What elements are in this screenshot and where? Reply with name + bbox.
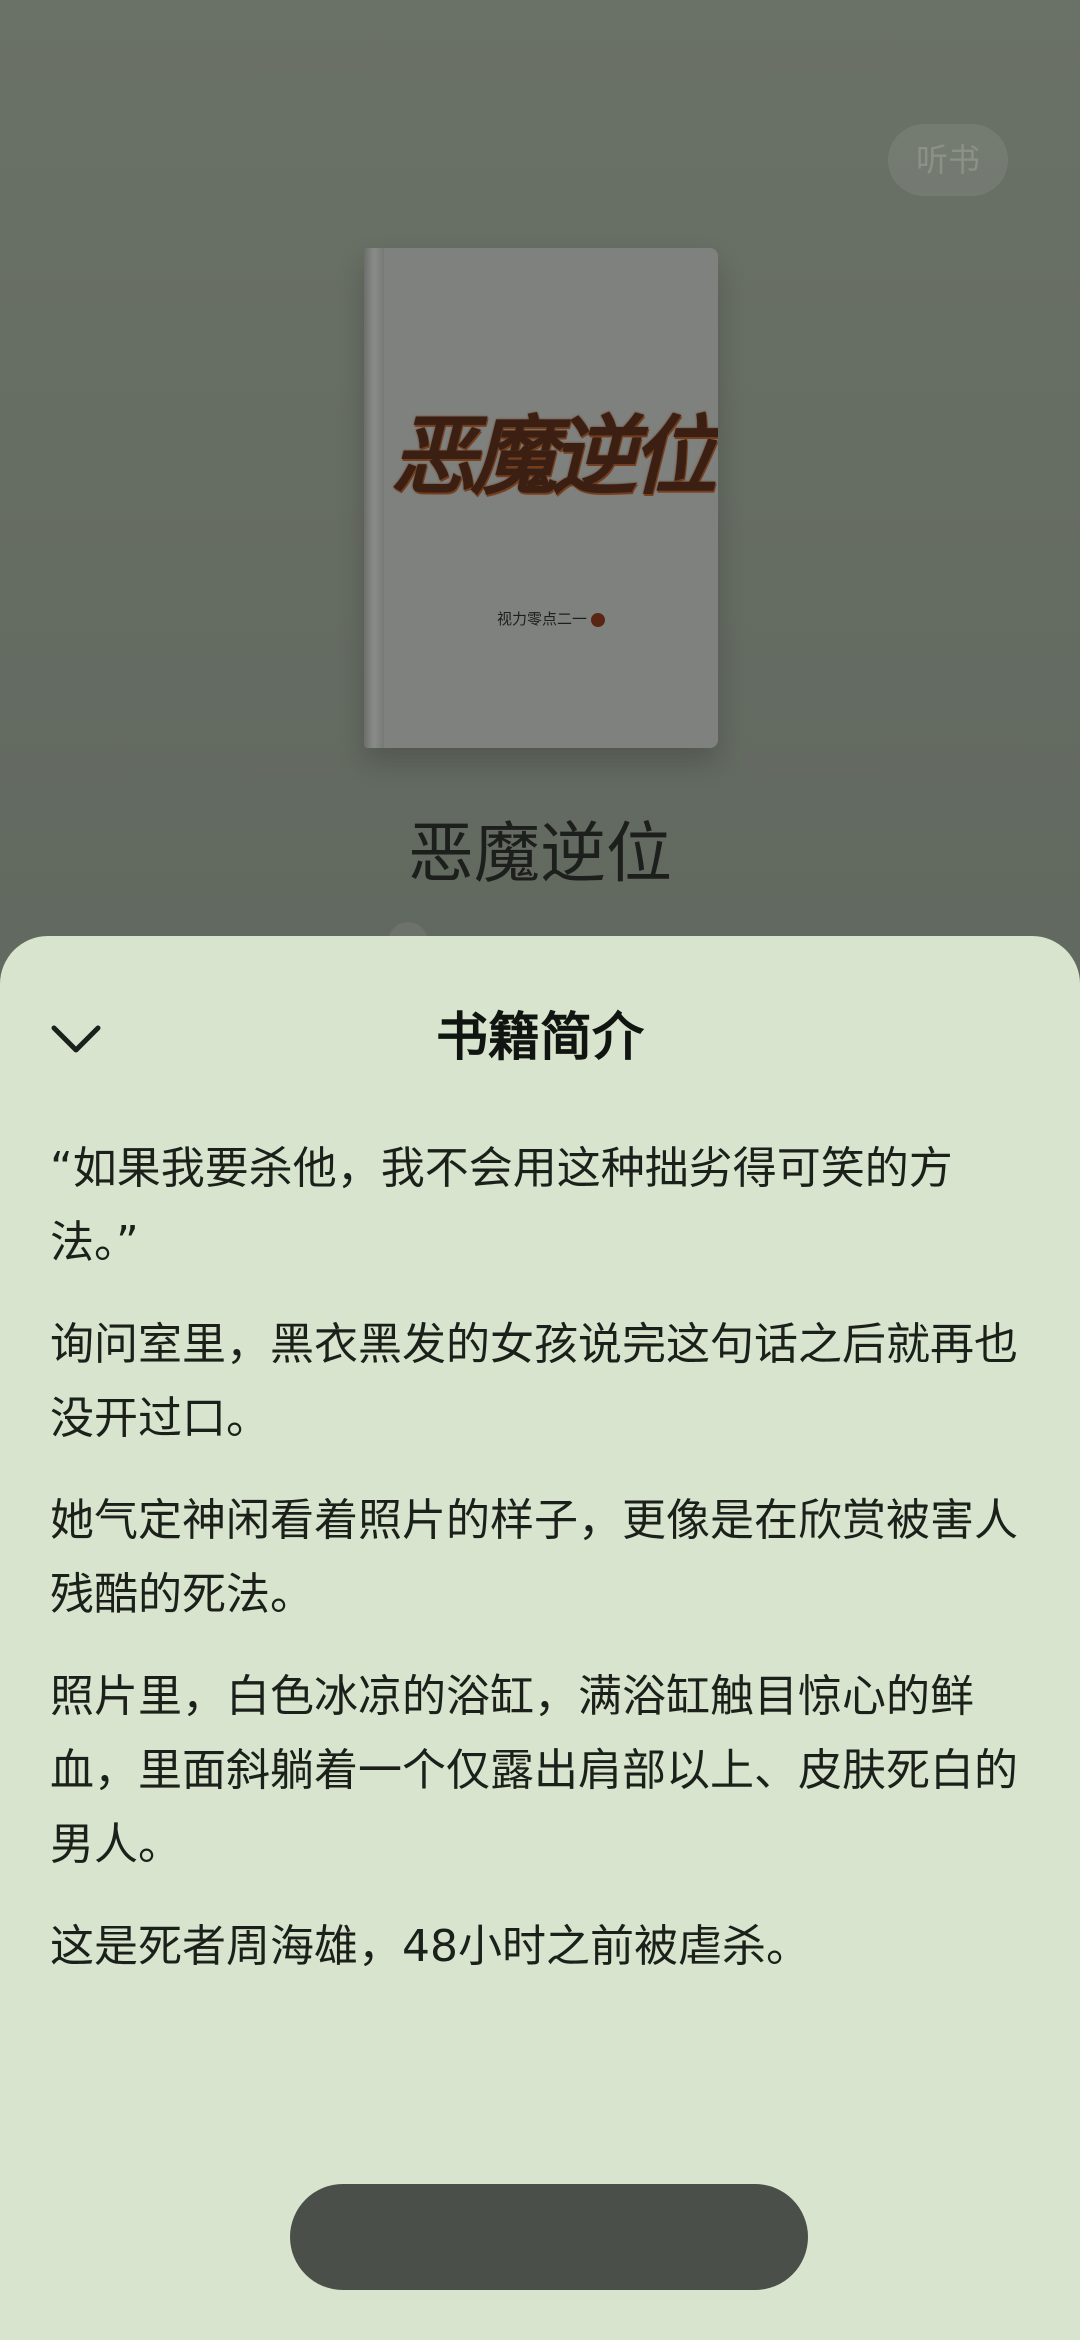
book-spine (364, 248, 384, 748)
cover-title: 恶魔逆位 (391, 406, 717, 507)
book-intro-sheet: 书籍简介 “如果我要杀他，我不会用这种拙劣得可笑的方法。” 询问室里，黑衣黑发的… (0, 936, 1080, 2340)
sheet-action-button[interactable] (290, 2184, 808, 2290)
intro-paragraph: 这是死者周海雄，48小时之前被虐杀。 (50, 1921, 810, 1972)
intro-paragraph: 她气定神闲看着照片的样子，更像是在欣赏被害人残酷的死法。 (50, 1495, 1018, 1620)
cover-author: 视力零点二一 (384, 608, 718, 629)
book-cover[interactable]: 恶魔逆位 视力零点二一 (364, 248, 718, 748)
listen-button[interactable]: 听书 (888, 124, 1008, 196)
intro-paragraph: “如果我要杀他，我不会用这种拙劣得可笑的方法。” (50, 1143, 953, 1268)
author-seal-icon (591, 613, 605, 627)
book-title: 恶魔逆位 (408, 815, 672, 892)
sheet-title: 书籍简介 (435, 1008, 644, 1068)
intro-paragraph: 照片里，白色冰凉的浴缸，满浴缸触目惊心的鲜血，里面斜躺着一个仅露出肩部以上、皮肤… (50, 1671, 1018, 1870)
intro-text: “如果我要杀他，我不会用这种拙劣得可笑的方法。” 询问室里，黑衣黑发的女孩说完这… (50, 1132, 1040, 2012)
intro-paragraph: 询问室里，黑衣黑发的女孩说完这句话之后就再也没开过口。 (50, 1319, 1018, 1444)
cover-author-name: 视力零点二一 (496, 610, 587, 628)
